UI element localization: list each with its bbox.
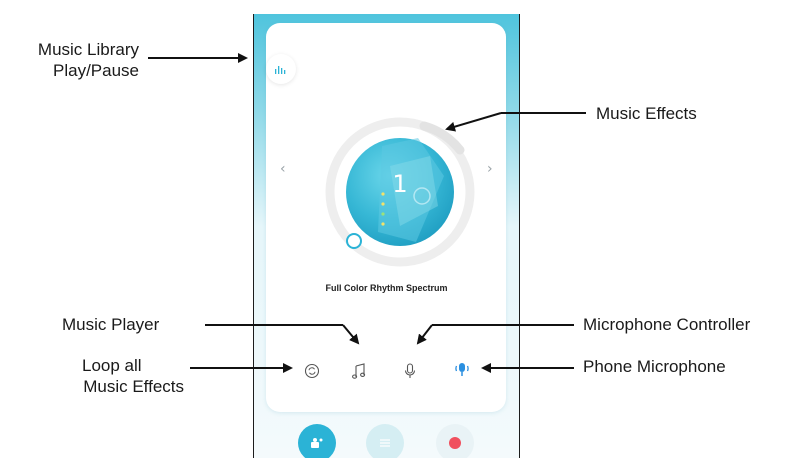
arrow-music-player-diagonal [342, 324, 360, 345]
annotation-arrows [148, 53, 586, 373]
arrow-microphone-controller-diagonal [416, 324, 433, 345]
arrow-music-effects-diagonal [445, 112, 502, 132]
